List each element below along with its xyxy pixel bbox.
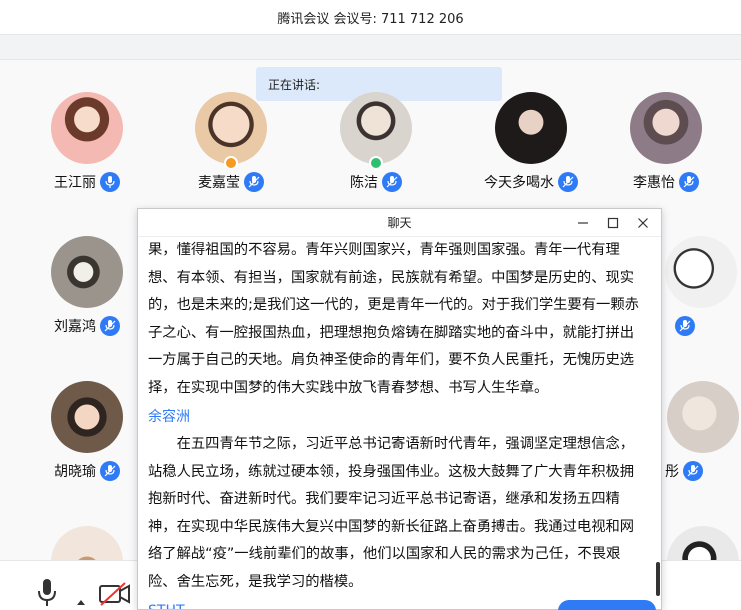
chat-header[interactable]: 聊天 xyxy=(138,209,661,237)
top-toolbar xyxy=(0,34,741,60)
window-title-bar: 腾讯会议 会议号: 711 712 206 xyxy=(0,0,741,34)
participant-name: 陈洁 xyxy=(350,175,378,191)
participant-name: 今天多喝水 xyxy=(484,175,554,191)
maximize-icon[interactable] xyxy=(601,213,625,233)
chat-window[interactable]: 聊天 果，懂得祖国的不容易。青年兴则国家兴，青年强则国家强。青年一代有理想、有本… xyxy=(137,208,662,610)
avatar xyxy=(51,381,123,453)
microphone-icon[interactable] xyxy=(36,579,58,607)
chat-scrollbar[interactable] xyxy=(656,562,660,596)
microphone-muted-icon xyxy=(244,172,264,192)
camera-off-icon[interactable] xyxy=(98,581,132,607)
avatar xyxy=(667,381,739,453)
window-controls xyxy=(571,209,655,237)
participant-tile[interactable]: 李惠怡 xyxy=(611,92,721,192)
chat-new-message-button[interactable] xyxy=(558,600,656,610)
speaking-label: 正在讲话: xyxy=(268,77,321,92)
avatar xyxy=(340,92,412,170)
chevron-up-icon[interactable] xyxy=(76,591,86,605)
chat-message-text: 在五四青年节之际，习近平总书记寄语新时代青年，强调坚定理想信念，站稳人民立场，练… xyxy=(148,436,635,590)
participant-tile[interactable]: 王江丽 xyxy=(32,92,142,192)
cohost-badge-icon xyxy=(369,156,383,170)
microphone-muted-icon xyxy=(558,172,578,192)
participant-tile[interactable]: 麦嘉莹 xyxy=(176,92,286,192)
microphone-muted-icon xyxy=(683,461,703,481)
chat-message-text: 果，懂得祖国的不容易。青年兴则国家兴，青年强则国家强。青年一代有理想、有本领、有… xyxy=(148,242,639,396)
avatar xyxy=(665,236,737,308)
participant-tile-partial[interactable] xyxy=(665,236,741,336)
chat-message-sender: 余容洲 xyxy=(148,409,190,425)
close-icon[interactable] xyxy=(631,213,655,233)
microphone-muted-icon xyxy=(382,172,402,192)
avatar xyxy=(495,92,567,164)
microphone-muted-icon xyxy=(675,316,695,336)
participant-name: 李惠怡 xyxy=(633,175,675,191)
minimize-icon[interactable] xyxy=(571,213,595,233)
chat-message-list[interactable]: 果，懂得祖国的不容易。青年兴则国家兴，青年强则国家强。青年一代有理想、有本领、有… xyxy=(138,237,653,609)
microphone-muted-icon xyxy=(100,316,120,336)
chat-title: 聊天 xyxy=(387,216,412,230)
participant-name: 刘嘉鸿 xyxy=(54,319,96,335)
microphone-icon xyxy=(100,172,120,192)
avatar xyxy=(195,92,267,170)
microphone-muted-icon xyxy=(679,172,699,192)
avatar xyxy=(51,92,123,164)
participant-name: 王江丽 xyxy=(54,175,96,191)
participant-tile[interactable]: 陈洁 xyxy=(321,92,431,192)
participant-tile[interactable]: 刘嘉鸿 xyxy=(32,236,142,336)
participant-name: 胡晓瑜 xyxy=(54,464,96,480)
microphone-muted-icon xyxy=(100,461,120,481)
participant-tile[interactable]: 胡晓瑜 xyxy=(32,381,142,481)
host-badge-icon xyxy=(224,156,238,170)
avatar xyxy=(630,92,702,164)
participant-name: 彤 xyxy=(665,464,679,480)
window-title: 腾讯会议 会议号: 711 712 206 xyxy=(277,11,464,27)
participant-tile[interactable]: 今天多喝水 xyxy=(466,92,596,192)
participant-tile-partial[interactable]: 彤 xyxy=(665,381,741,481)
avatar xyxy=(51,236,123,308)
participant-name: 麦嘉莹 xyxy=(198,175,240,191)
